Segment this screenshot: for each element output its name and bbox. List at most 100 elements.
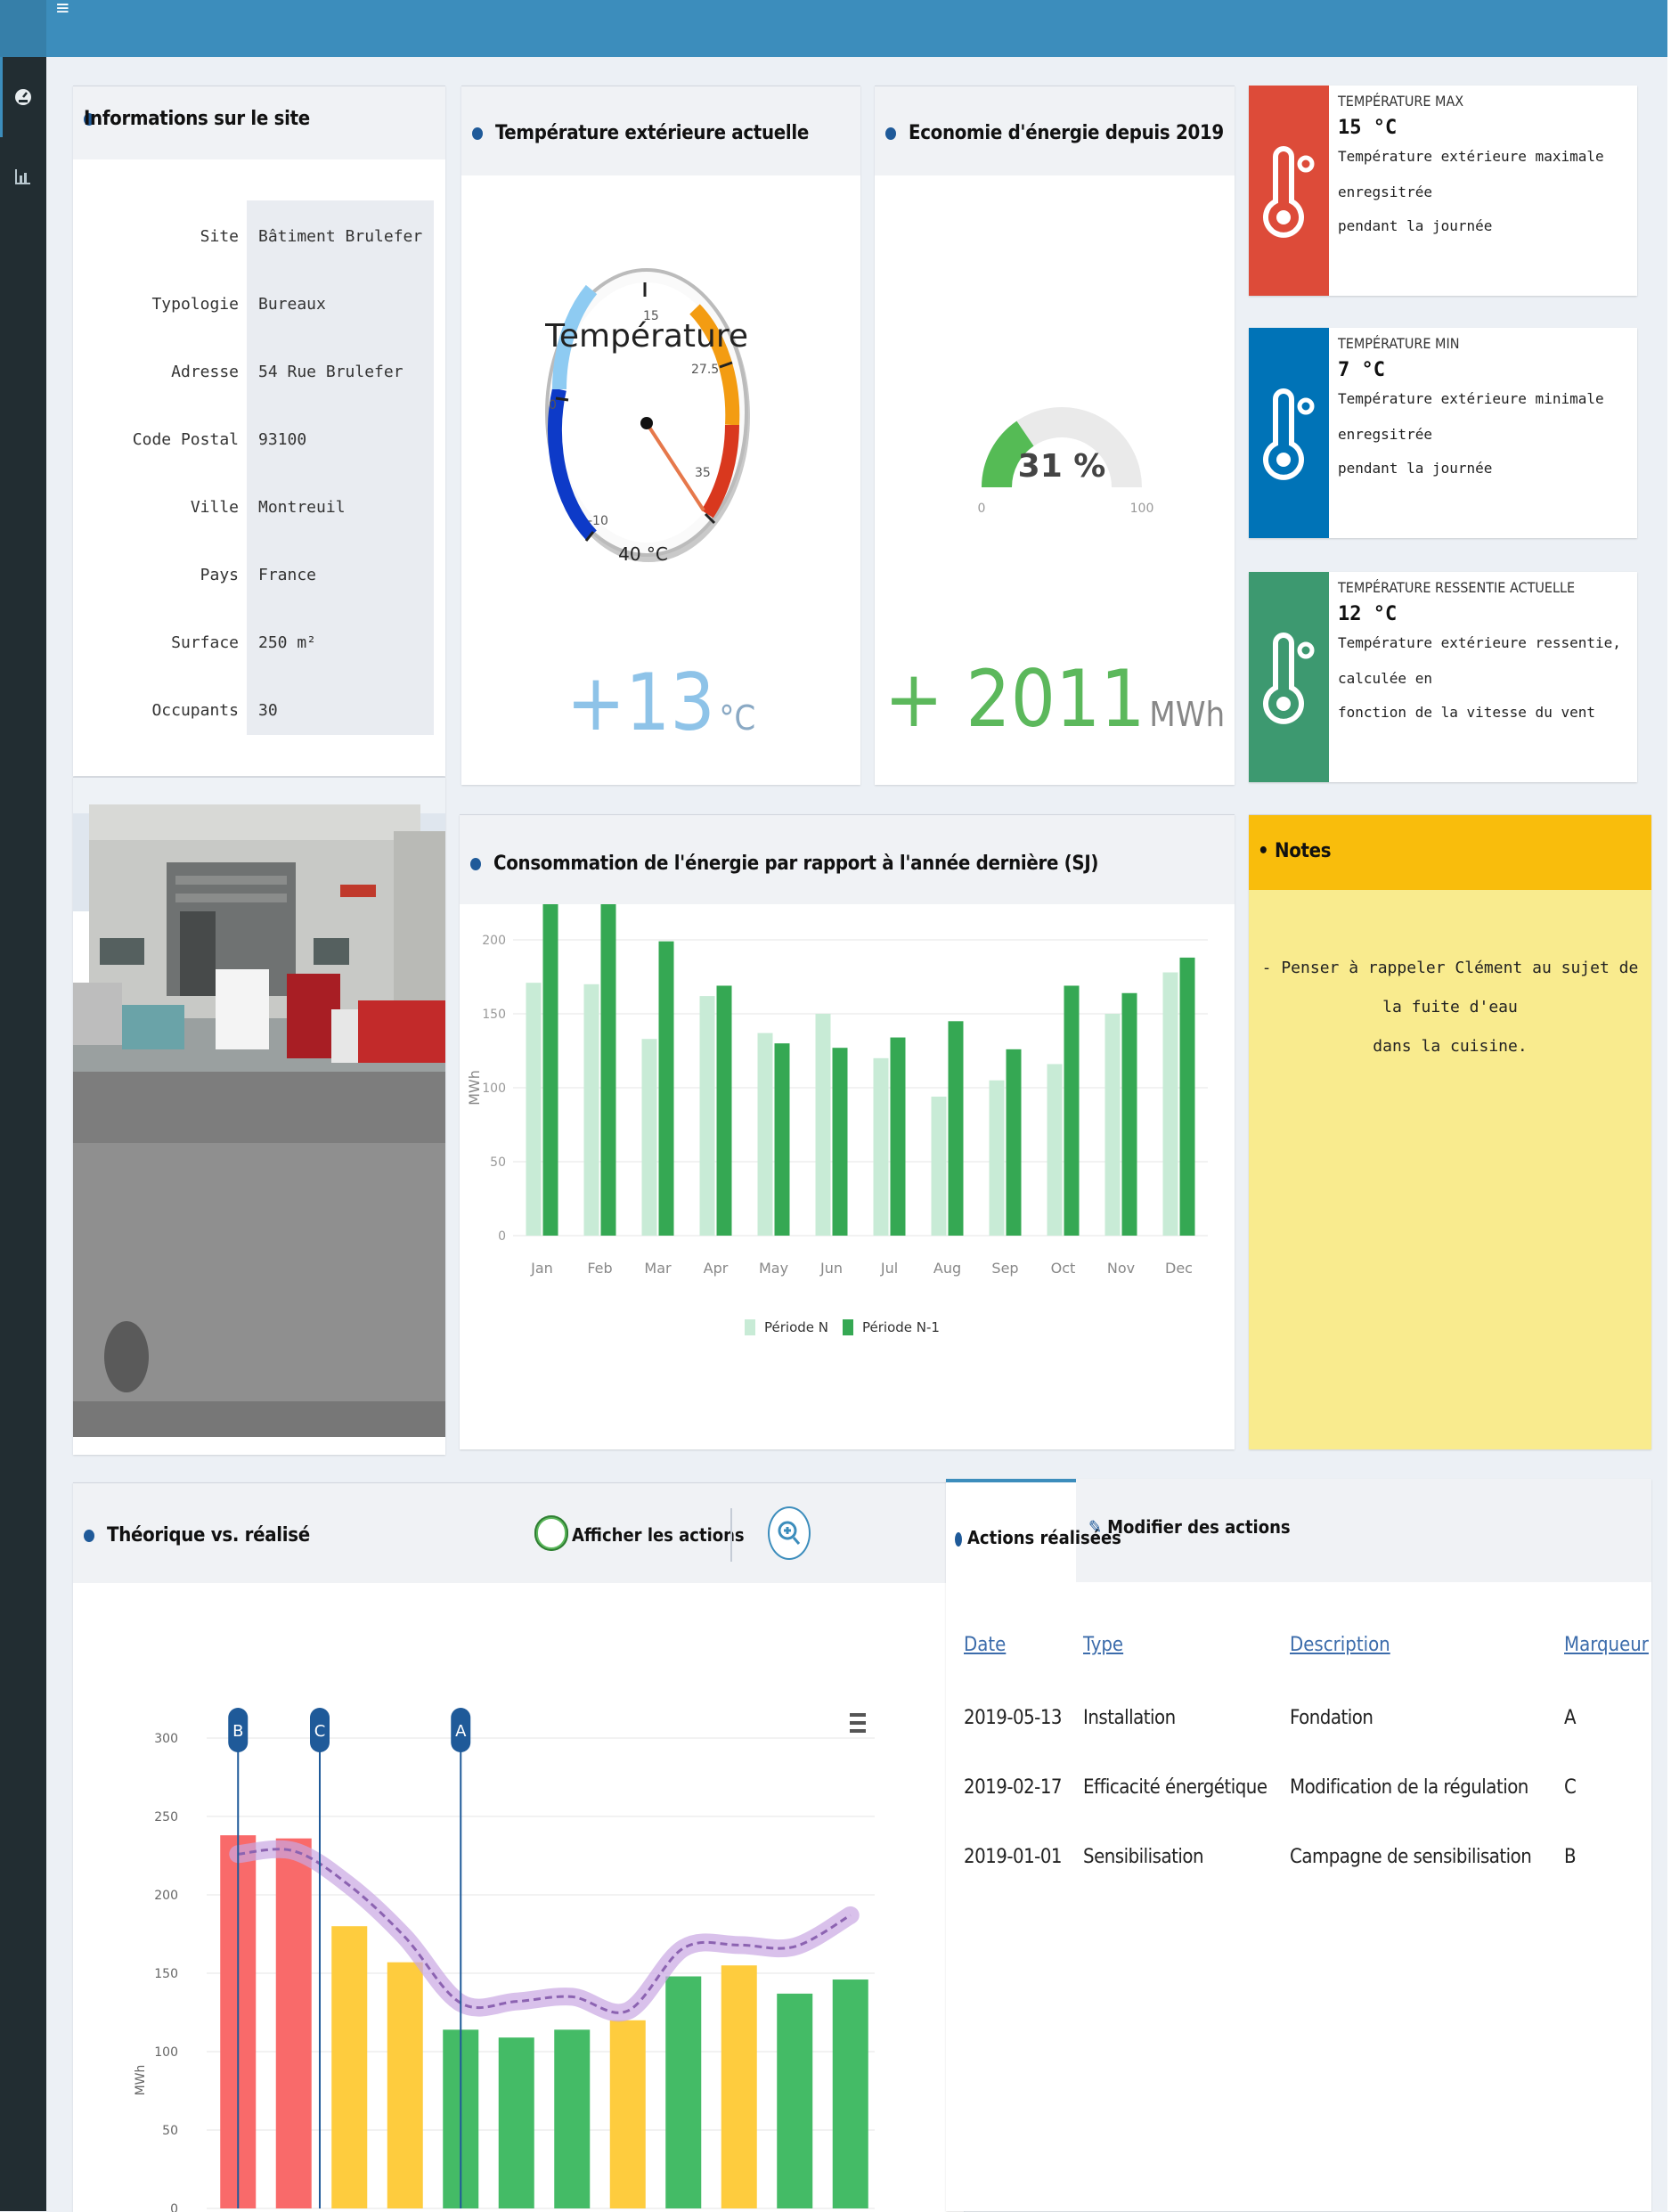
x-tick-label: Jan [530, 1260, 553, 1277]
zoom-button[interactable] [768, 1506, 811, 1560]
bar-realise[interactable] [832, 1979, 868, 2208]
table-row[interactable]: 2019-01-01 Sensibilisation Campagne de s… [946, 1846, 1651, 1885]
temp-max-card: TEMPÉRATURE MAX 15 °C Température extéri… [1249, 86, 1637, 296]
bar-periode-n[interactable] [699, 996, 715, 1236]
tab-modifier-label: Modifier des actions [1107, 1516, 1291, 1538]
show-actions-toggle[interactable] [534, 1515, 568, 1551]
bar-chart-icon[interactable] [12, 166, 34, 187]
cell-marqueur: A [1564, 1707, 1577, 1729]
consumption-title: Consommation de l'énergie par rapport à … [470, 853, 1098, 875]
bar-periode-n[interactable] [989, 1080, 1005, 1236]
bar-periode-n[interactable] [526, 983, 542, 1236]
sidebar-active-indicator [0, 57, 3, 137]
page-edge [1667, 0, 1671, 2211]
bar-realise[interactable] [777, 1993, 813, 2208]
bar-periode-n[interactable] [873, 1057, 889, 1236]
legend-swatch[interactable] [745, 1319, 755, 1335]
building-photo-box [73, 777, 445, 1455]
bar-periode-n-1[interactable] [1179, 957, 1195, 1236]
temp-min-desc-1: Température extérieure minimale enregsit… [1338, 390, 1604, 443]
marker-a[interactable]: A [451, 1708, 471, 1752]
bar-periode-n[interactable] [583, 984, 599, 1236]
bar-periode-n-1[interactable] [1064, 985, 1080, 1236]
dashboard-icon[interactable] [12, 86, 34, 107]
bar-periode-n-1[interactable] [1006, 1049, 1022, 1236]
consumption-chart-box: Consommation de l'énergie par rapport à … [460, 814, 1235, 1449]
notes-content: - Penser à rappeler Clément au sujet de … [1249, 949, 1651, 1066]
bar-realise[interactable] [721, 1965, 757, 2208]
cell-marqueur: C [1564, 1776, 1577, 1799]
bar-periode-n[interactable] [931, 1096, 947, 1236]
bar-periode-n-1[interactable] [832, 1048, 848, 1236]
bar-periode-n[interactable] [1047, 1064, 1063, 1236]
y-tick-label: 150 [154, 1967, 178, 1981]
zoom-in-icon [778, 1521, 801, 1545]
notes-title: • Notes [1258, 840, 1332, 862]
menu-toggle-icon[interactable]: ≡ [55, 0, 70, 19]
col-marqueur[interactable]: Marqueur [1564, 1634, 1649, 1656]
bar-realise[interactable] [331, 1926, 368, 2208]
legend-swatch[interactable] [843, 1319, 853, 1335]
bar-periode-n-1[interactable] [542, 904, 558, 1236]
tab-modifier-actions[interactable]: ✎ Modifier des actions [1088, 1516, 1291, 1538]
label-code-postal: Code Postal [132, 430, 239, 449]
bar-periode-n[interactable] [815, 1014, 831, 1236]
temp-felt-value: 12 °C [1338, 603, 1398, 625]
bar-realise[interactable] [665, 1976, 702, 2208]
value-ville: Montreuil [258, 498, 346, 517]
thermometer-icon [1249, 86, 1329, 296]
temperature-value: +13 [566, 657, 715, 748]
bar-periode-n-1[interactable] [774, 1043, 790, 1236]
top-navbar [46, 0, 1671, 57]
y-tick-label: 50 [162, 2124, 178, 2138]
bar-periode-n-1[interactable] [658, 941, 674, 1236]
marker-b[interactable]: B [228, 1708, 249, 1752]
bar-realise[interactable] [387, 1962, 423, 2208]
marker-c[interactable]: C [310, 1708, 330, 1752]
legend-label[interactable]: Période N [764, 1319, 828, 1335]
col-type[interactable]: Type [1083, 1634, 1123, 1656]
bar-periode-n-1[interactable] [716, 985, 732, 1236]
x-tick-label: Nov [1107, 1260, 1135, 1277]
temp-felt-desc-1: Température extérieure ressentie, calcul… [1338, 634, 1621, 687]
tab-actions-realisees[interactable]: Actions réalisées [946, 1479, 1121, 1588]
temp-min-title: TEMPÉRATURE MIN [1338, 335, 1460, 352]
temp-min-value: 7 °C [1338, 359, 1385, 381]
table-row[interactable]: 2019-05-13 Installation Fondation A [946, 1707, 1651, 1746]
col-description[interactable]: Description [1290, 1634, 1390, 1656]
savings-gauge: 31 % 0 100 [978, 407, 1154, 514]
y-tick-label: 200 [482, 934, 506, 948]
y-tick-label: 100 [154, 2045, 178, 2060]
bar-periode-n[interactable] [641, 1039, 657, 1236]
bar-periode-n-1[interactable] [1121, 992, 1137, 1236]
temp-max-desc-2: pendant la journée [1338, 217, 1493, 234]
table-row[interactable]: 2019-02-17 Efficacité énergétique Modifi… [946, 1776, 1651, 1816]
legend-label[interactable]: Période N-1 [862, 1319, 940, 1335]
bar-periode-n-1[interactable] [600, 904, 616, 1236]
bar-realise[interactable] [275, 1838, 312, 2208]
consumption-header: Consommation de l'énergie par rapport à … [460, 815, 1235, 904]
bar-periode-n[interactable] [1162, 972, 1178, 1236]
bar-periode-n-1[interactable] [948, 1021, 964, 1236]
bar-periode-n-1[interactable] [890, 1037, 906, 1236]
temp-max-title: TEMPÉRATURE MAX [1338, 93, 1464, 110]
chart-menu-icon[interactable] [848, 1711, 868, 1735]
col-date[interactable]: Date [964, 1634, 1006, 1656]
bar-realise[interactable] [554, 2029, 591, 2208]
temperature-gauge: 0 -10 15 27.5 35 Température 40 °C [545, 268, 750, 565]
savings-min: 0 [978, 502, 986, 514]
value-occupants: 30 [258, 701, 278, 720]
savings-percent: 31 % [1018, 448, 1106, 485]
cell-type: Installation [1083, 1707, 1176, 1729]
bar-realise[interactable] [609, 2020, 646, 2208]
x-tick-label: Mar [644, 1260, 672, 1277]
y-tick-label: 300 [154, 1732, 178, 1746]
bar-realise[interactable] [498, 2037, 534, 2208]
savings-max: 100 [1130, 502, 1154, 514]
label-adresse: Adresse [171, 363, 239, 381]
temp-felt-card: TEMPÉRATURE RESSENTIE ACTUELLE 12 °C Tem… [1249, 572, 1637, 782]
label-ville: Ville [190, 498, 239, 517]
bar-periode-n[interactable] [757, 1033, 773, 1236]
bar-periode-n[interactable] [1104, 1014, 1121, 1236]
label-surface: Surface [171, 633, 239, 652]
